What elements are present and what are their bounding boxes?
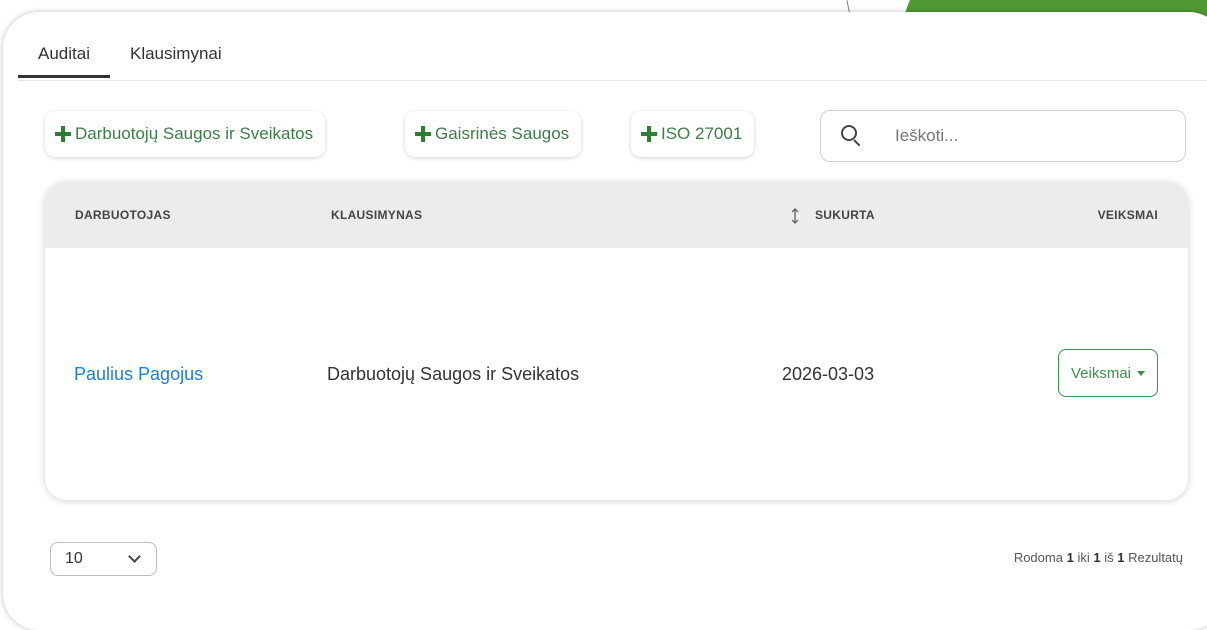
results-from: 1 xyxy=(1066,550,1074,565)
created-date-cell: 2026-03-03 xyxy=(782,364,875,384)
actions-dropdown-button[interactable]: Veiksmai xyxy=(1057,349,1158,397)
column-header-actions: VEIKSMAI xyxy=(1097,208,1158,222)
column-header-employee: DARBUOTOJAS xyxy=(75,208,171,222)
add-iso-label: ISO 27001 xyxy=(661,124,743,143)
tabs-divider xyxy=(18,80,1207,81)
add-iso-audit-button[interactable]: ISO 27001 xyxy=(631,111,755,157)
add-fire-safety-audit-button[interactable]: Gaisrinės Saugos xyxy=(405,111,582,157)
sort-icon[interactable] xyxy=(790,208,800,224)
employee-link[interactable]: Paulius Pagojus xyxy=(74,361,203,387)
chevron-down-icon xyxy=(128,555,142,563)
plus-icon xyxy=(55,126,71,142)
tab-auditai[interactable]: Auditai xyxy=(18,34,110,78)
add-dss-audit-button[interactable]: Darbuotojų Saugos ir Sveikatos xyxy=(45,111,326,157)
plus-icon xyxy=(641,126,657,142)
results-suffix: Rezultatų xyxy=(1128,550,1183,565)
results-of-word: iš xyxy=(1104,550,1114,565)
tab-bar: Auditai Klausimynai xyxy=(18,34,242,78)
add-fire-safety-label: Gaisrinės Saugos xyxy=(435,124,570,143)
results-prefix: Rodoma xyxy=(1013,550,1063,565)
results-to: 1 xyxy=(1093,550,1101,565)
search-input[interactable] xyxy=(893,125,1157,147)
page-size-select[interactable]: 10 xyxy=(50,542,157,576)
search-icon xyxy=(841,125,863,147)
results-summary: Rodoma 1 iki 1 iš 1 Rezultatų xyxy=(1014,550,1183,565)
actions-label: Veiksmai xyxy=(1070,364,1131,382)
table-header: DARBUOTOJAS KLAUSIMYNAS SUKURTA VEIKSMAI xyxy=(45,182,1188,248)
caret-down-icon xyxy=(1137,370,1145,376)
table-row: Paulius Pagojus Darbuotojų Saugos ir Sve… xyxy=(45,248,1188,500)
audits-table: DARBUOTOJAS KLAUSIMYNAS SUKURTA VEIKSMAI… xyxy=(45,182,1188,500)
results-to-word: iki xyxy=(1077,550,1090,565)
add-dss-label: Darbuotojų Saugos ir Sveikatos xyxy=(75,124,314,143)
plus-icon xyxy=(415,126,431,142)
page-size-value: 10 xyxy=(65,550,83,567)
results-total: 1 xyxy=(1117,550,1125,565)
questionnaire-cell: Darbuotojų Saugos ir Sveikatos xyxy=(327,364,580,384)
column-header-questionnaire: KLAUSIMYNAS xyxy=(331,208,423,222)
search-box xyxy=(820,110,1186,162)
column-header-created[interactable]: SUKURTA xyxy=(815,182,875,248)
tab-klausimynai[interactable]: Klausimynai xyxy=(110,34,242,78)
